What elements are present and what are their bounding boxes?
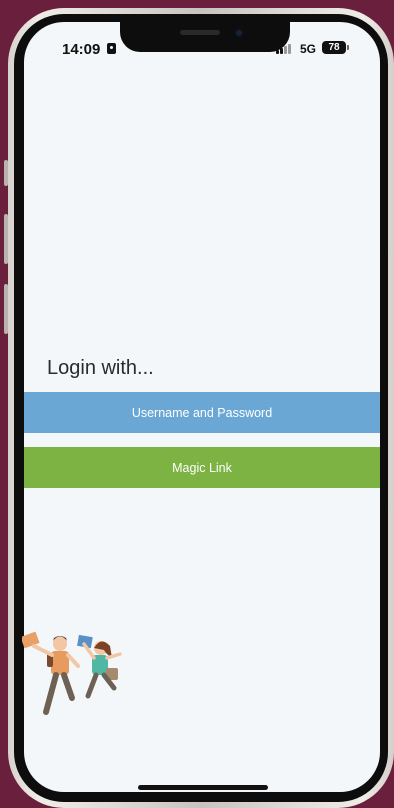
status-time: 14:09 (62, 41, 101, 58)
notch (120, 22, 290, 52)
mute-switch (4, 160, 8, 186)
network-type: 5G (300, 42, 317, 56)
front-camera (234, 28, 244, 38)
speaker-grille (180, 30, 220, 35)
magic-link-button[interactable]: Magic Link (24, 447, 380, 488)
battery-icon: 78 (322, 41, 349, 54)
login-title: Login with... (47, 357, 154, 379)
portrait-lock-icon (107, 43, 116, 54)
volume-down-button (4, 284, 8, 334)
volume-up-button (4, 214, 8, 264)
username-password-button[interactable]: Username and Password (24, 392, 380, 433)
home-indicator[interactable] (138, 785, 268, 790)
students-illustration (20, 628, 126, 718)
